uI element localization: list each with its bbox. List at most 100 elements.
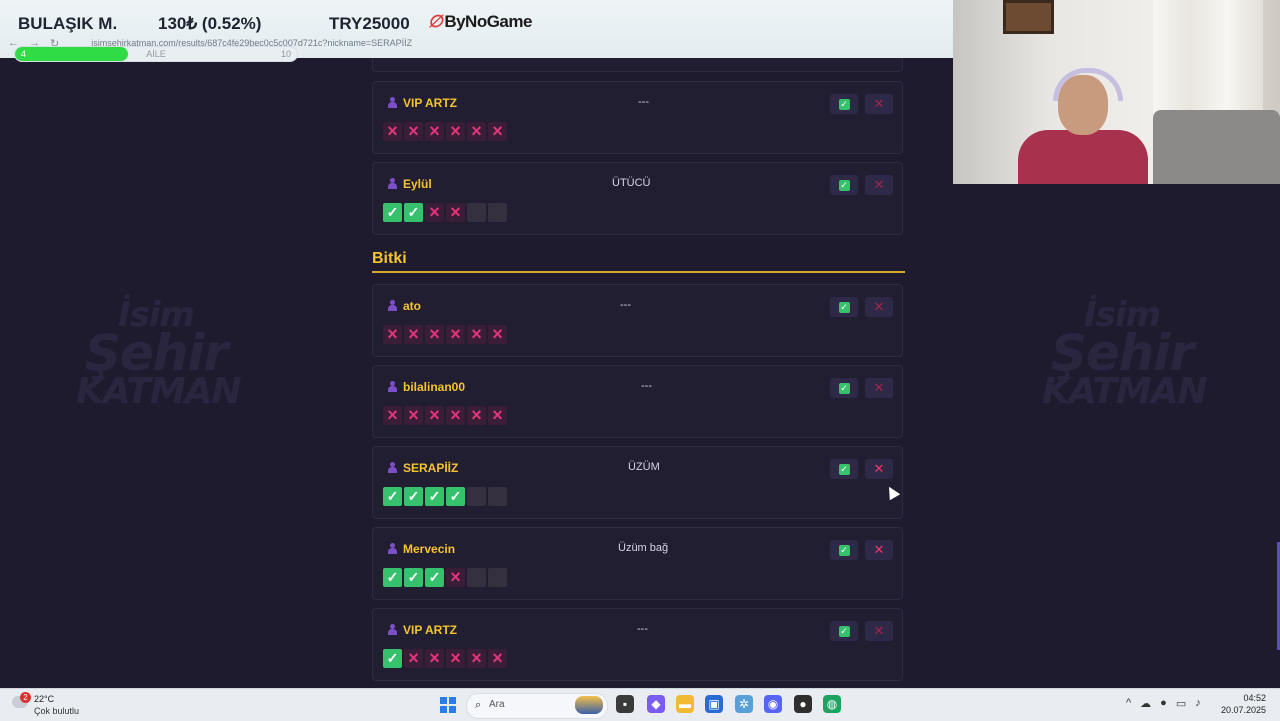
approve-button[interactable]: ✓ (830, 175, 858, 195)
reject-button[interactable]: ✕ (865, 94, 893, 114)
settings-icon[interactable]: ✲ (735, 695, 753, 713)
vote-cross-icon: × (446, 324, 465, 344)
vote-cross-icon: × (383, 405, 402, 425)
reject-button[interactable]: ✕ (865, 378, 893, 398)
check-icon: ✓ (838, 179, 850, 191)
vote-marks: × × × × × × (383, 405, 507, 425)
vote-cross-icon: × (467, 121, 486, 141)
price-change: 130₺ (0.52%) (158, 14, 262, 33)
vote-cross-icon: × (488, 405, 507, 425)
approve-button[interactable]: ✓ (830, 94, 858, 114)
check-icon: ✓ (838, 463, 850, 475)
approve-button[interactable]: ✓ (830, 459, 858, 479)
approve-button[interactable]: ✓ (830, 297, 858, 317)
vote-marks: ✓ × × × × × (383, 648, 507, 668)
system-tray: ^ ☁ ● ▭ ♪ (1126, 697, 1201, 710)
webcam-feed (953, 0, 1280, 184)
vote-cross-icon: × (488, 648, 507, 668)
game-name: BULAŞIK M. (18, 14, 118, 33)
task-view-icon[interactable]: ▪ (616, 695, 634, 713)
vote-cross-icon: × (467, 324, 486, 344)
stream-overlay-bar: BULAŞIK M. 130₺ (0.52%) TRY25000 ∅ ByNoGa… (0, 0, 953, 62)
vote-cross-icon: × (446, 405, 465, 425)
progress-middle-label: AİLE (146, 49, 166, 59)
vote-check-icon: ✓ (383, 487, 402, 506)
section-divider (372, 271, 905, 273)
start-button[interactable] (440, 697, 456, 713)
reject-button[interactable]: ✕ (865, 540, 893, 560)
vote-cross-icon: × (425, 648, 444, 668)
vote-cross-icon: × (446, 648, 465, 668)
result-card: Mervecin Üzüm bağ ✓ ✕ ✓ ✓ ✓ × (372, 527, 903, 600)
section-title: Bitki (372, 250, 407, 267)
player-name: Mervecin (403, 542, 456, 556)
result-card: VIP ARTZ --- ✓ ✕ ✓ × × × × × (372, 608, 903, 681)
vote-empty-slot (467, 568, 486, 587)
streamer (1008, 68, 1148, 184)
check-icon: ✓ (838, 98, 850, 110)
microphone-icon[interactable]: ● (1160, 697, 1167, 710)
clock[interactable]: 04:52 20.07.2025 (1221, 692, 1266, 716)
display-icon[interactable]: ▭ (1176, 697, 1186, 710)
clock-date: 20.07.2025 (1220, 705, 1266, 715)
check-icon: ✓ (838, 544, 850, 556)
vote-cross-icon: × (425, 405, 444, 425)
approve-button[interactable]: ✓ (830, 621, 858, 641)
vote-marks: ✓ ✓ ✓ × (383, 567, 507, 587)
previous-card-stub (372, 58, 903, 72)
player-answer: ÜTÜCÜ (612, 177, 651, 189)
approve-button[interactable]: ✓ (830, 540, 858, 560)
vote-cross-icon: × (425, 324, 444, 344)
copilot-icon[interactable]: ◆ (647, 695, 665, 713)
onedrive-icon[interactable]: ☁ (1140, 697, 1151, 710)
check-icon: ✓ (838, 301, 850, 313)
result-card: bilalinan00 --- ✓ ✕ × × × × × × (372, 365, 903, 438)
clock-time: 04:52 (1243, 693, 1266, 703)
headset-icon (1053, 68, 1123, 101)
vote-cross-icon: × (383, 324, 402, 344)
file-explorer-icon[interactable]: ▬ (676, 695, 694, 713)
taskbar-search[interactable]: ⌕ Ara (466, 693, 608, 719)
sponsor-logo: ∅ ByNoGame (428, 12, 532, 31)
vote-check-icon: ✓ (404, 203, 423, 222)
background-logo-left: İsim Şehir KATMAN (76, 295, 242, 412)
vote-cross-icon: × (425, 202, 444, 222)
result-card: Eylül ÜTÜCÜ ✓ ✕ ✓ ✓ × × (372, 162, 903, 235)
player-name: VIP ARTZ (403, 623, 458, 637)
reject-button[interactable]: ✕ (865, 175, 893, 195)
vote-cross-icon: × (404, 324, 423, 344)
prize-amount: TRY25000 (329, 14, 410, 33)
chrome-icon[interactable]: ◍ (823, 695, 841, 713)
approve-button[interactable]: ✓ (830, 378, 858, 398)
search-placeholder: Ara (489, 699, 505, 710)
discord-icon[interactable]: ◉ (764, 695, 782, 713)
vote-empty-slot (488, 568, 507, 587)
user-icon (388, 543, 397, 554)
player-name: SERAPİİZ (403, 461, 459, 475)
temperature: 22°C (34, 694, 55, 704)
player-name: Eylül (403, 177, 432, 191)
notification-badge: 2 (20, 692, 31, 703)
volume-icon[interactable]: ♪ (1195, 697, 1201, 710)
user-icon (388, 624, 397, 635)
wall-picture (1003, 0, 1054, 34)
vote-marks: ✓ ✓ ✓ ✓ (383, 487, 507, 506)
chevron-up-icon[interactable]: ^ (1126, 697, 1131, 710)
obs-icon[interactable]: ● (794, 695, 812, 713)
vote-marks: ✓ ✓ × × (383, 202, 507, 222)
store-icon[interactable]: ▣ (705, 695, 723, 713)
weather-condition: Çok bulutlu (34, 706, 80, 716)
vote-check-icon: ✓ (383, 649, 402, 668)
reject-button[interactable]: ✕ (865, 459, 893, 479)
vote-empty-slot (488, 203, 507, 222)
reject-button[interactable]: ✕ (865, 297, 893, 317)
sponsor-mark-icon: ∅ (428, 12, 443, 31)
progress-end-label: 10 (280, 49, 291, 59)
vote-cross-icon: × (467, 405, 486, 425)
player-answer: --- (620, 299, 631, 311)
result-card: ato --- ✓ ✕ × × × × × × (372, 284, 903, 357)
vote-cross-icon: × (404, 648, 423, 668)
reject-button[interactable]: ✕ (865, 621, 893, 641)
vote-empty-slot (467, 203, 486, 222)
vote-check-icon: ✓ (404, 487, 423, 506)
